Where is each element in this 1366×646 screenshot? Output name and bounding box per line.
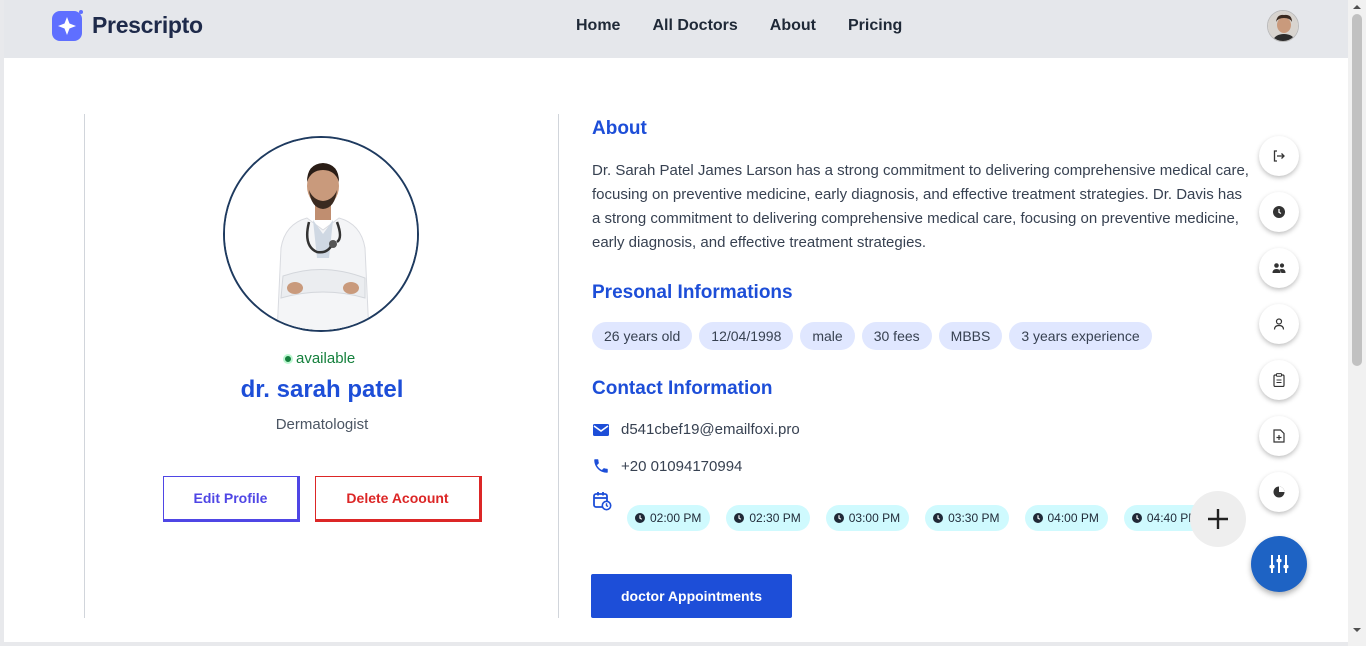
clock-icon <box>933 513 944 523</box>
status-dot <box>283 353 293 364</box>
side-menu-clipboard[interactable] <box>1259 360 1299 400</box>
phone-text[interactable]: +20 01094170994 <box>621 458 742 475</box>
side-menu-user[interactable] <box>1259 304 1299 344</box>
tag-gender: male <box>800 322 855 350</box>
side-menu-add-file[interactable] <box>1259 416 1299 456</box>
side-menu-stats[interactable] <box>1259 472 1299 512</box>
nav-about[interactable]: About <box>770 17 816 35</box>
availability-status: available <box>283 350 355 367</box>
plus-icon <box>1208 509 1228 529</box>
time-slot-label: 03:30 PM <box>948 511 1000 525</box>
doctor-photo <box>223 136 419 332</box>
user-icon <box>1273 318 1285 330</box>
clock-icon <box>734 513 745 523</box>
tag-age: 26 years old <box>592 322 693 350</box>
scroll-down-arrow-icon[interactable] <box>1352 626 1362 634</box>
clock-icon <box>1032 513 1043 523</box>
logout-icon <box>1273 150 1285 162</box>
time-slot[interactable]: 03:00 PM <box>825 505 910 531</box>
phone-icon <box>594 459 608 473</box>
logo[interactable]: Prescripto <box>52 9 203 41</box>
mail-icon <box>593 423 609 436</box>
email-row: d541cbef19@emailfoxi.pro <box>592 421 800 438</box>
time-slot[interactable]: 02:30 PM <box>726 505 810 531</box>
doctor-name: dr. sarah patel <box>240 376 404 403</box>
navbar: Prescripto Home All Doctors About Pricin… <box>4 0 1348 58</box>
calendar-clock-icon <box>593 492 612 511</box>
email-text[interactable]: d541cbef19@emailfoxi.pro <box>621 421 800 438</box>
tag-fees: 30 fees <box>861 322 932 350</box>
side-menu-logout[interactable] <box>1259 136 1299 176</box>
side-menu-users[interactable] <box>1259 248 1299 288</box>
clock-icon <box>833 513 844 523</box>
clock-icon <box>1273 206 1285 218</box>
time-slot-label: 02:30 PM <box>749 511 801 525</box>
user-avatar[interactable] <box>1267 10 1299 42</box>
clipboard-icon <box>1273 373 1285 387</box>
add-time-slot-button[interactable] <box>1190 491 1246 547</box>
personal-info-tags: 26 years old 12/04/1998 male 30 fees MBB… <box>592 322 1159 350</box>
page: Prescripto Home All Doctors About Pricin… <box>4 0 1348 642</box>
bottom-edge <box>0 642 1348 646</box>
edit-profile-button[interactable]: Edit Profile <box>163 476 300 522</box>
tag-birthdate: 12/04/1998 <box>699 322 794 350</box>
clock-icon <box>1131 513 1142 523</box>
pie-chart-icon <box>1273 486 1285 498</box>
time-slot-label: 02:00 PM <box>650 511 702 525</box>
time-slot-label: 03:00 PM <box>848 511 901 525</box>
time-slot-label: 04:00 PM <box>1047 511 1099 525</box>
scroll-up-arrow-icon[interactable] <box>1352 3 1362 11</box>
time-slot[interactable]: 04:00 PM <box>1024 505 1108 531</box>
doctor-appointments-button[interactable]: doctor Appointments <box>591 574 792 618</box>
personal-info-title: Presonal Informations <box>592 282 793 303</box>
about-title: About <box>592 118 647 139</box>
time-slot[interactable]: 03:30 PM <box>925 505 1009 531</box>
left-divider <box>84 114 85 618</box>
nav-all-doctors[interactable]: All Doctors <box>652 17 737 35</box>
nav-pricing[interactable]: Pricing <box>848 17 902 35</box>
side-menu-clock[interactable] <box>1259 192 1299 232</box>
avatar-image <box>1268 11 1298 41</box>
doctor-specialty: Dermatologist <box>275 416 369 433</box>
tag-experience: 3 years experience <box>1009 322 1152 350</box>
tag-degree: MBBS <box>938 322 1003 350</box>
nav-links: Home All Doctors About Pricing <box>576 17 934 35</box>
file-plus-icon <box>1273 429 1285 443</box>
status-label: available <box>296 350 356 367</box>
scrollbar-thumb[interactable] <box>1352 14 1362 366</box>
logo-icon <box>52 10 83 41</box>
users-icon <box>1272 263 1286 273</box>
delete-account-button[interactable]: Delete Acoount <box>315 476 482 522</box>
nav-home[interactable]: Home <box>576 17 620 35</box>
about-text: Dr. Sarah Patel James Larson has a stron… <box>592 162 1249 251</box>
time-slot[interactable]: 02:00 PM <box>627 505 711 531</box>
vertical-scrollbar[interactable] <box>1348 0 1366 646</box>
clock-icon <box>635 513 645 523</box>
phone-row: +20 01094170994 <box>592 457 742 475</box>
middle-divider <box>558 114 559 618</box>
time-slots: 02:00 PM 02:30 PM 03:00 PM 03:30 PM 04:0… <box>627 505 1223 531</box>
settings-fab-button[interactable] <box>1251 536 1307 592</box>
doctor-image <box>225 138 417 330</box>
brand-name: Prescripto <box>92 11 203 38</box>
contact-info-title: Contact Information <box>592 378 773 399</box>
sliders-icon <box>1269 555 1289 573</box>
